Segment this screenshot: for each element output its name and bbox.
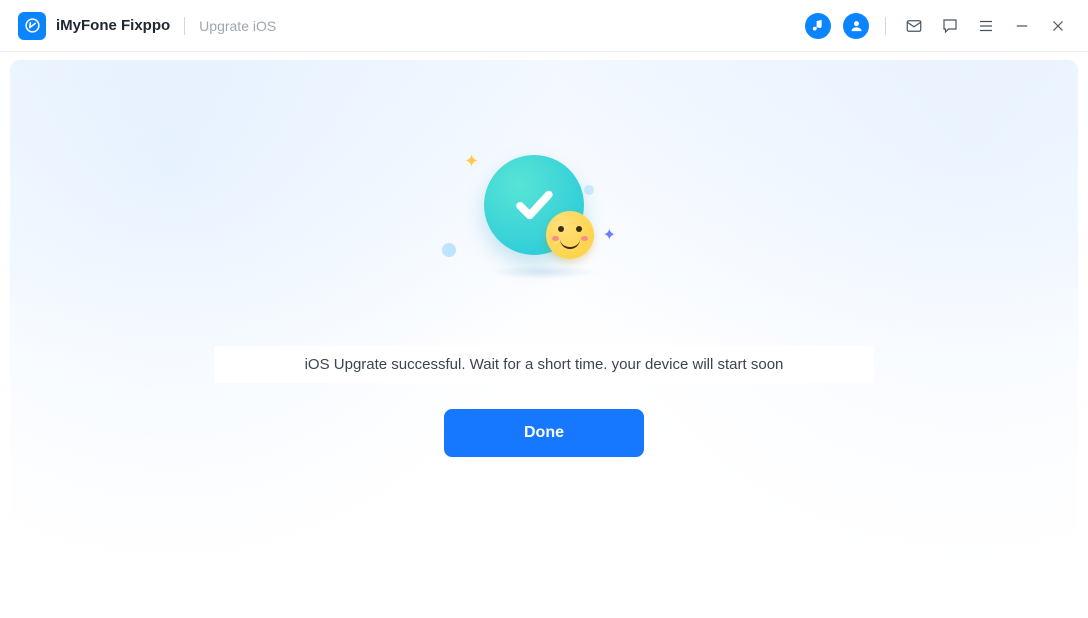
account-icon[interactable] [843, 13, 869, 39]
success-illustration: ✦ ✦ [454, 155, 634, 300]
app-name: iMyFone Fixppo [56, 17, 170, 34]
menu-icon[interactable] [974, 14, 998, 38]
title-bar: iMyFone Fixppo Upgrate iOS [0, 0, 1088, 52]
close-button[interactable] [1046, 14, 1070, 38]
app-logo [18, 12, 46, 40]
sparkle-icon: ✦ [603, 225, 616, 245]
main-panel: ✦ ✦ iOS Upgrate successful. Wait for a s… [10, 60, 1078, 608]
minimize-button[interactable] [1010, 14, 1034, 38]
header-divider [184, 17, 185, 35]
breadcrumb: Upgrate iOS [199, 18, 276, 34]
status-message: iOS Upgrate successful. Wait for a short… [214, 346, 874, 383]
smiley-icon [546, 211, 594, 259]
decoration-dot [584, 185, 594, 195]
mail-icon[interactable] [902, 14, 926, 38]
header-separator [885, 17, 886, 35]
sparkle-icon: ✦ [464, 151, 479, 172]
decoration-dot [442, 243, 456, 257]
feedback-icon[interactable] [938, 14, 962, 38]
header-actions [805, 13, 1070, 39]
illustration-shadow [489, 265, 599, 279]
music-note-icon[interactable] [805, 13, 831, 39]
done-button[interactable]: Done [444, 409, 644, 457]
